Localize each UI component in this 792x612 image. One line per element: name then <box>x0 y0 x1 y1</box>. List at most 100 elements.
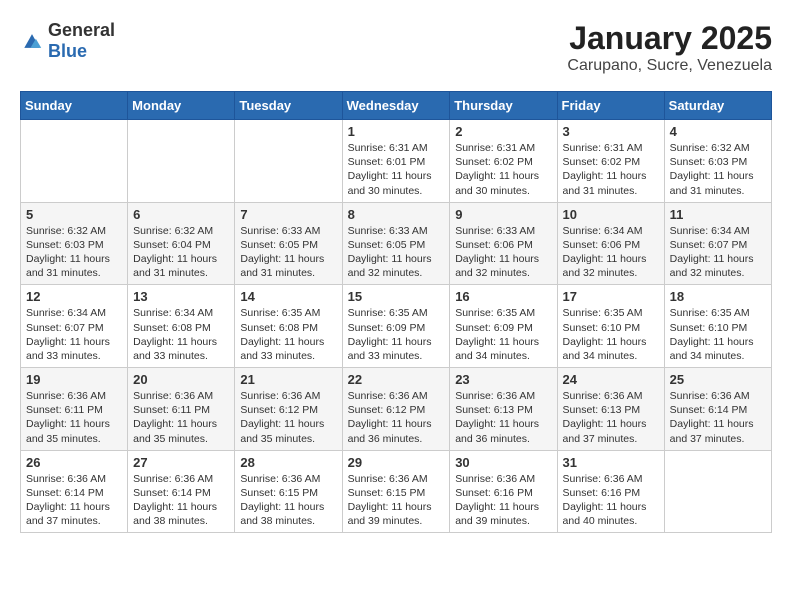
calendar-week-row: 5Sunrise: 6:32 AM Sunset: 6:03 PM Daylig… <box>21 202 772 285</box>
day-number: 1 <box>348 124 445 139</box>
table-row: 18 Sunrise: 6:35 AM Sunset: 6:10 PM Dayli… <box>664 285 771 368</box>
day-number: 10 <box>563 207 659 222</box>
table-row: 3 Sunrise: 6:31 AM Sunset: 6:02 PM Daylig… <box>557 120 664 203</box>
logo: General Blue <box>20 20 115 62</box>
day-number: 24 <box>563 372 659 387</box>
day-info: Sunrise: 6:36 AM Sunset: 6:14 PM Dayligh… <box>26 472 122 529</box>
table-row: 4 Sunrise: 6:32 AM Sunset: 6:03 PM Daylig… <box>664 120 771 203</box>
table-row: 23 Sunrise: 6:36 AM Sunset: 6:13 PM Dayli… <box>450 368 557 451</box>
day-number: 6 <box>133 207 229 222</box>
table-row: 17Sunrise: 6:35 AM Sunset: 6:10 PM Dayli… <box>557 285 664 368</box>
table-row: 28 Sunrise: 6:36 AM Sunset: 6:15 PM Dayli… <box>235 450 342 533</box>
day-number: 16 <box>455 289 551 304</box>
page-header: General Blue January 2025 Carupano, Sucr… <box>20 20 772 75</box>
day-number: 9 <box>455 207 551 222</box>
table-row: 9 Sunrise: 6:33 AM Sunset: 6:06 PM Daylig… <box>450 202 557 285</box>
day-info: Sunrise: 6:35 AM Sunset: 6:09 PM Dayligh… <box>455 306 551 363</box>
day-info: Sunrise: 6:36 AM Sunset: 6:11 PM Dayligh… <box>133 389 229 446</box>
day-number: 28 <box>240 455 336 470</box>
calendar-week-row: 1Sunrise: 6:31 AM Sunset: 6:01 PM Daylig… <box>21 120 772 203</box>
table-row: 14Sunrise: 6:35 AM Sunset: 6:08 PM Dayli… <box>235 285 342 368</box>
day-number: 27 <box>133 455 229 470</box>
day-info: Sunrise: 6:32 AM Sunset: 6:03 PM Dayligh… <box>26 224 122 281</box>
logo-text: General Blue <box>48 20 115 62</box>
table-row: 25Sunrise: 6:36 AM Sunset: 6:14 PM Dayli… <box>664 368 771 451</box>
day-info: Sunrise: 6:36 AM Sunset: 6:11 PM Dayligh… <box>26 389 122 446</box>
table-row: 29 Sunrise: 6:36 AM Sunset: 6:15 PM Dayli… <box>342 450 450 533</box>
table-row: 30Sunrise: 6:36 AM Sunset: 6:16 PM Dayli… <box>450 450 557 533</box>
day-number: 18 <box>670 289 766 304</box>
table-row: 16 Sunrise: 6:35 AM Sunset: 6:09 PM Dayli… <box>450 285 557 368</box>
day-number: 15 <box>348 289 445 304</box>
day-info: Sunrise: 6:36 AM Sunset: 6:15 PM Dayligh… <box>240 472 336 529</box>
header-saturday: Saturday <box>664 92 771 120</box>
day-info: Sunrise: 6:35 AM Sunset: 6:10 PM Dayligh… <box>670 306 766 363</box>
day-number: 26 <box>26 455 122 470</box>
calendar-table: Sunday Monday Tuesday Wednesday Thursday… <box>20 91 772 533</box>
day-info: Sunrise: 6:36 AM Sunset: 6:12 PM Dayligh… <box>348 389 445 446</box>
day-number: 25 <box>670 372 766 387</box>
table-row: 19 Sunrise: 6:36 AM Sunset: 6:11 PM Dayli… <box>21 368 128 451</box>
day-info: Sunrise: 6:36 AM Sunset: 6:15 PM Dayligh… <box>348 472 445 529</box>
logo-general: General <box>48 20 115 40</box>
header-monday: Monday <box>128 92 235 120</box>
title-block: January 2025 Carupano, Sucre, Venezuela <box>567 20 772 75</box>
day-number: 7 <box>240 207 336 222</box>
calendar-week-row: 19 Sunrise: 6:36 AM Sunset: 6:11 PM Dayli… <box>21 368 772 451</box>
table-row: 10 Sunrise: 6:34 AM Sunset: 6:06 PM Dayli… <box>557 202 664 285</box>
day-number: 4 <box>670 124 766 139</box>
day-number: 2 <box>455 124 551 139</box>
day-info: Sunrise: 6:31 AM Sunset: 6:02 PM Dayligh… <box>563 141 659 198</box>
day-info: Sunrise: 6:32 AM Sunset: 6:03 PM Dayligh… <box>670 141 766 198</box>
day-number: 30 <box>455 455 551 470</box>
table-row <box>664 450 771 533</box>
table-row <box>128 120 235 203</box>
day-info: Sunrise: 6:31 AM Sunset: 6:02 PM Dayligh… <box>455 141 551 198</box>
calendar-week-row: 26 Sunrise: 6:36 AM Sunset: 6:14 PM Dayli… <box>21 450 772 533</box>
day-info: Sunrise: 6:33 AM Sunset: 6:05 PM Dayligh… <box>348 224 445 281</box>
table-row: 8 Sunrise: 6:33 AM Sunset: 6:05 PM Daylig… <box>342 202 450 285</box>
day-info: Sunrise: 6:33 AM Sunset: 6:05 PM Dayligh… <box>240 224 336 281</box>
day-number: 23 <box>455 372 551 387</box>
day-info: Sunrise: 6:33 AM Sunset: 6:06 PM Dayligh… <box>455 224 551 281</box>
table-row: 27 Sunrise: 6:36 AM Sunset: 6:14 PM Dayli… <box>128 450 235 533</box>
table-row: 7 Sunrise: 6:33 AM Sunset: 6:05 PM Daylig… <box>235 202 342 285</box>
table-row: 11 Sunrise: 6:34 AM Sunset: 6:07 PM Dayli… <box>664 202 771 285</box>
calendar-title: January 2025 <box>567 20 772 57</box>
weekday-header-row: Sunday Monday Tuesday Wednesday Thursday… <box>21 92 772 120</box>
day-number: 3 <box>563 124 659 139</box>
table-row: 31Sunrise: 6:36 AM Sunset: 6:16 PM Dayli… <box>557 450 664 533</box>
day-info: Sunrise: 6:32 AM Sunset: 6:04 PM Dayligh… <box>133 224 229 281</box>
day-number: 8 <box>348 207 445 222</box>
day-info: Sunrise: 6:34 AM Sunset: 6:07 PM Dayligh… <box>670 224 766 281</box>
day-info: Sunrise: 6:34 AM Sunset: 6:07 PM Dayligh… <box>26 306 122 363</box>
day-info: Sunrise: 6:34 AM Sunset: 6:06 PM Dayligh… <box>563 224 659 281</box>
day-number: 12 <box>26 289 122 304</box>
table-row: 2 Sunrise: 6:31 AM Sunset: 6:02 PM Daylig… <box>450 120 557 203</box>
header-sunday: Sunday <box>21 92 128 120</box>
day-info: Sunrise: 6:36 AM Sunset: 6:13 PM Dayligh… <box>455 389 551 446</box>
day-number: 29 <box>348 455 445 470</box>
day-number: 20 <box>133 372 229 387</box>
day-info: Sunrise: 6:36 AM Sunset: 6:16 PM Dayligh… <box>563 472 659 529</box>
table-row: 20 Sunrise: 6:36 AM Sunset: 6:11 PM Dayli… <box>128 368 235 451</box>
table-row <box>21 120 128 203</box>
calendar-week-row: 12 Sunrise: 6:34 AM Sunset: 6:07 PM Dayli… <box>21 285 772 368</box>
day-number: 11 <box>670 207 766 222</box>
day-info: Sunrise: 6:36 AM Sunset: 6:14 PM Dayligh… <box>133 472 229 529</box>
calendar-subtitle: Carupano, Sucre, Venezuela <box>567 57 772 75</box>
day-info: Sunrise: 6:36 AM Sunset: 6:13 PM Dayligh… <box>563 389 659 446</box>
day-info: Sunrise: 6:35 AM Sunset: 6:10 PM Dayligh… <box>563 306 659 363</box>
day-info: Sunrise: 6:36 AM Sunset: 6:12 PM Dayligh… <box>240 389 336 446</box>
table-row: 21 Sunrise: 6:36 AM Sunset: 6:12 PM Dayli… <box>235 368 342 451</box>
table-row: 24 Sunrise: 6:36 AM Sunset: 6:13 PM Dayli… <box>557 368 664 451</box>
table-row: 6 Sunrise: 6:32 AM Sunset: 6:04 PM Daylig… <box>128 202 235 285</box>
day-info: Sunrise: 6:35 AM Sunset: 6:09 PM Dayligh… <box>348 306 445 363</box>
day-number: 14 <box>240 289 336 304</box>
table-row: 12 Sunrise: 6:34 AM Sunset: 6:07 PM Dayli… <box>21 285 128 368</box>
day-info: Sunrise: 6:34 AM Sunset: 6:08 PM Dayligh… <box>133 306 229 363</box>
header-thursday: Thursday <box>450 92 557 120</box>
day-number: 19 <box>26 372 122 387</box>
header-tuesday: Tuesday <box>235 92 342 120</box>
day-number: 21 <box>240 372 336 387</box>
